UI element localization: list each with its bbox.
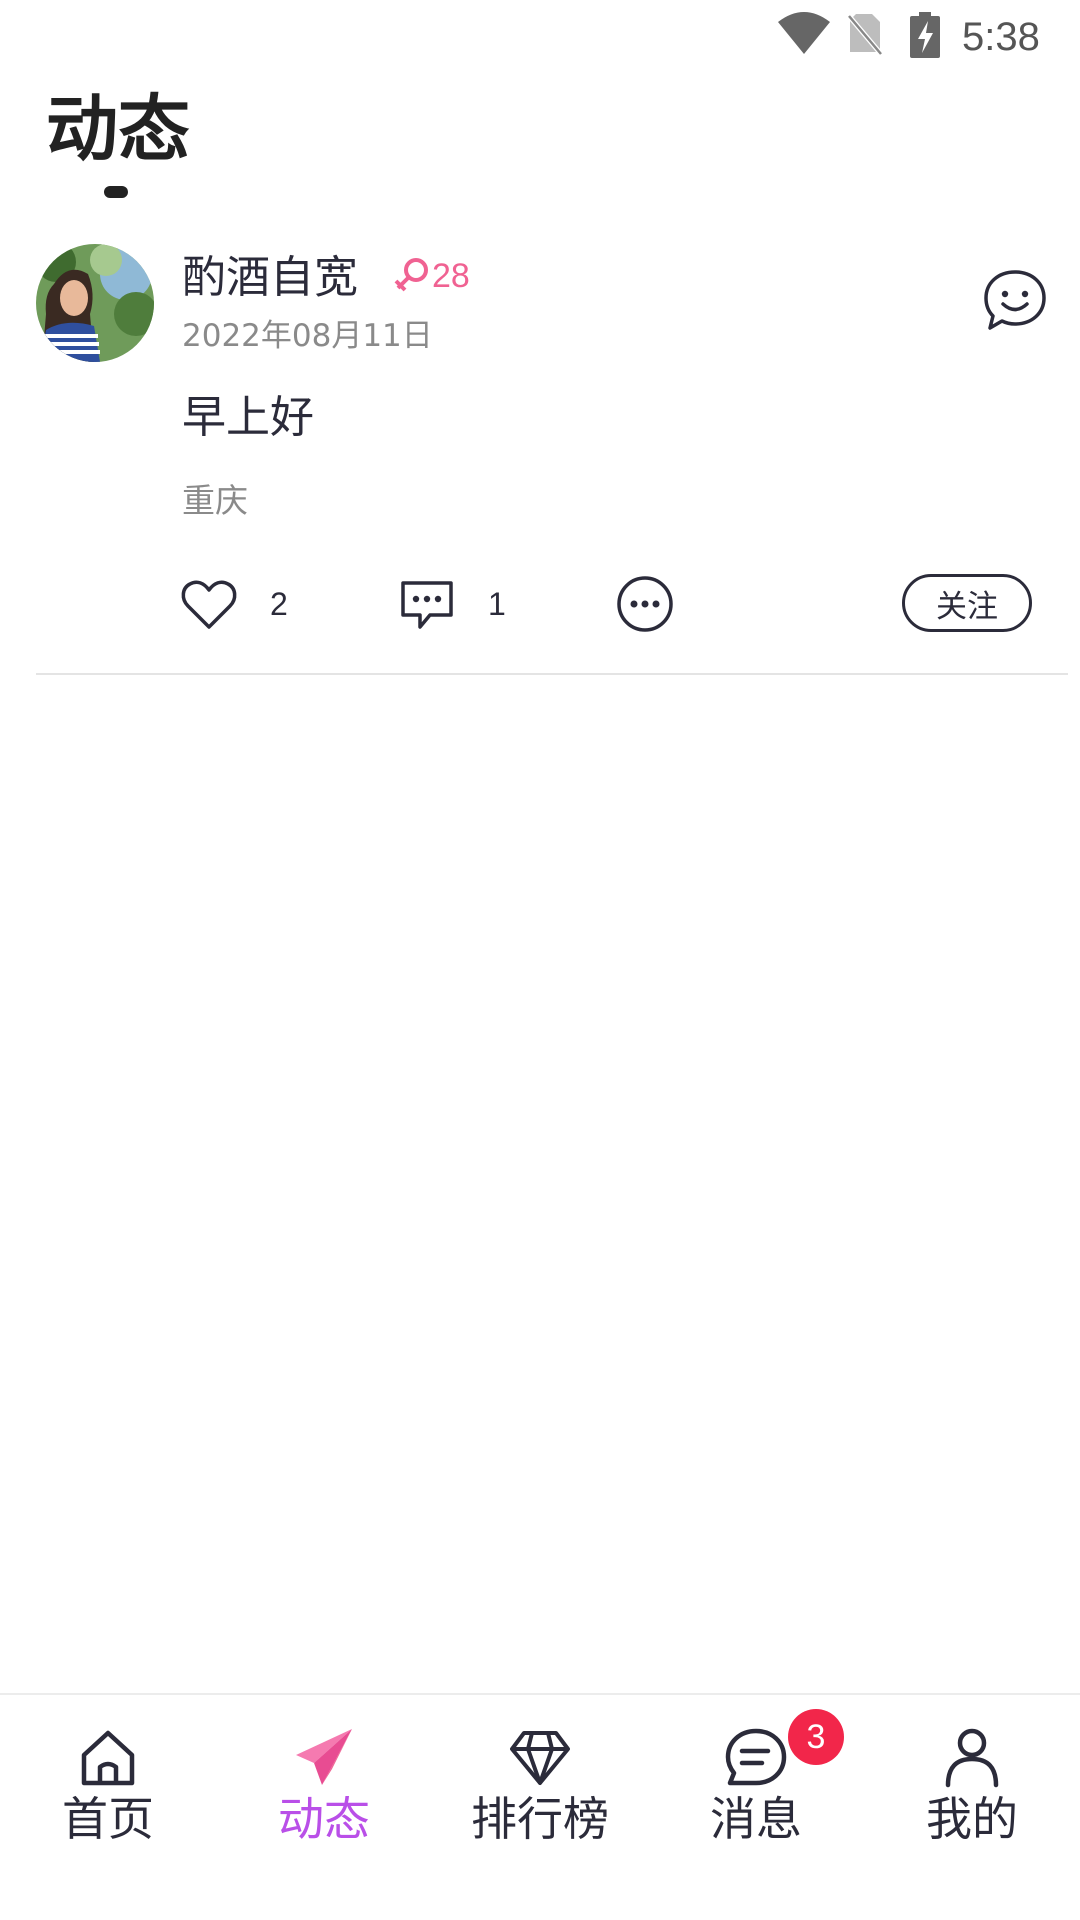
post-date: 2022年08月11日: [182, 318, 433, 354]
comment-button[interactable]: 1: [398, 572, 506, 636]
status-time: 5:38: [962, 15, 1040, 59]
divider: [36, 673, 1068, 675]
nav-item-messages[interactable]: 3 消息: [648, 1695, 864, 1855]
profile-icon: [945, 1728, 999, 1788]
nav-item-moments[interactable]: 动态: [216, 1695, 432, 1855]
wifi-icon: [778, 12, 830, 54]
nav-label-moments: 动态: [278, 1792, 370, 1846]
post-content: 早上好: [182, 392, 314, 443]
nav-item-home[interactable]: 首页: [0, 1695, 216, 1855]
avatar-photo: [36, 244, 154, 362]
post-location: 重庆: [182, 481, 248, 520]
female-icon: [394, 258, 428, 292]
heart-icon: [181, 580, 237, 629]
home-icon: [81, 1730, 135, 1786]
more-icon: [617, 576, 673, 632]
like-count: 2: [270, 585, 288, 622]
nav-label-messages: 消息: [710, 1792, 802, 1846]
nav-label-profile: 我的: [926, 1792, 1018, 1846]
status-bar: 5:38: [0, 0, 1080, 75]
diamond-icon: [510, 1731, 570, 1785]
smile-chat-icon[interactable]: [982, 268, 1048, 334]
gender-badge: 28: [394, 256, 470, 296]
nav-label-ranking: 排行榜: [471, 1792, 609, 1846]
comment-count: 1: [488, 585, 506, 622]
no-sim-icon: [848, 14, 882, 56]
like-button[interactable]: 2: [180, 572, 288, 636]
message-icon: [725, 1728, 787, 1786]
unread-badge: 3: [788, 1709, 844, 1765]
username[interactable]: 酌酒自宽: [182, 250, 358, 306]
comment-icon: [401, 581, 453, 629]
paper-plane-icon: [296, 1729, 352, 1785]
title-indicator: [104, 186, 128, 198]
page-title: 动态: [46, 87, 191, 171]
nav-item-ranking[interactable]: 排行榜: [432, 1695, 648, 1855]
bottom-nav: 首页 动态 排行榜 3 消息 我的: [0, 1693, 1080, 1920]
nav-label-home: 首页: [62, 1792, 154, 1846]
avatar[interactable]: [36, 244, 154, 362]
age-label: 28: [432, 257, 470, 295]
more-button[interactable]: [616, 572, 674, 636]
battery-charging-icon: [910, 12, 940, 58]
follow-button[interactable]: 关注: [902, 574, 1032, 632]
nav-item-profile[interactable]: 我的: [864, 1695, 1080, 1855]
